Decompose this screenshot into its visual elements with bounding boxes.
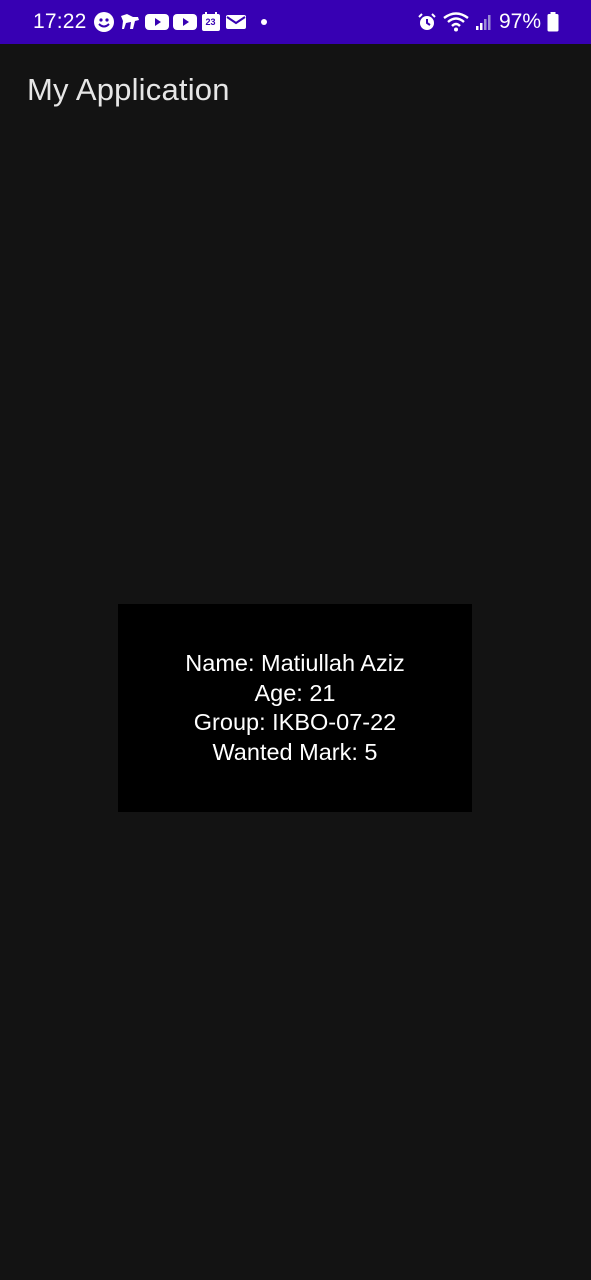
app-bar: My Application <box>0 44 591 140</box>
student-info-card: Name: Matiullah Aziz Age: 21 Group: IKBO… <box>118 604 472 812</box>
battery-percent: 97% <box>498 10 541 33</box>
youtube-icon <box>144 13 169 31</box>
app-title: My Application <box>27 72 230 107</box>
more-dot-icon <box>260 19 267 25</box>
group-text: Group: IKBO-07-22 <box>193 709 397 735</box>
app-screen: 17:22 23 97% My Application Name: Matiul… <box>0 0 591 1280</box>
notification-icons: 23 <box>93 11 267 33</box>
name-text: Name: Matiullah Aziz <box>185 650 405 676</box>
mail-icon <box>225 13 247 31</box>
calendar-day: 23 <box>205 17 216 27</box>
alarm-icon <box>417 12 437 32</box>
smiley-icon <box>93 11 115 33</box>
status-bar: 17:22 23 97% <box>0 0 591 44</box>
signal-icon <box>475 13 491 31</box>
wifi-icon <box>443 12 469 32</box>
youtube-icon <box>172 13 197 31</box>
calendar-icon: 23 <box>201 12 221 32</box>
animal-app-icon <box>119 11 141 33</box>
status-time: 17:22 <box>33 10 87 33</box>
battery-icon <box>547 12 559 32</box>
wanted-mark-text: Wanted Mark: 5 <box>212 738 378 765</box>
status-right: 97% <box>417 0 559 44</box>
age-text: Age: 21 <box>254 679 336 706</box>
